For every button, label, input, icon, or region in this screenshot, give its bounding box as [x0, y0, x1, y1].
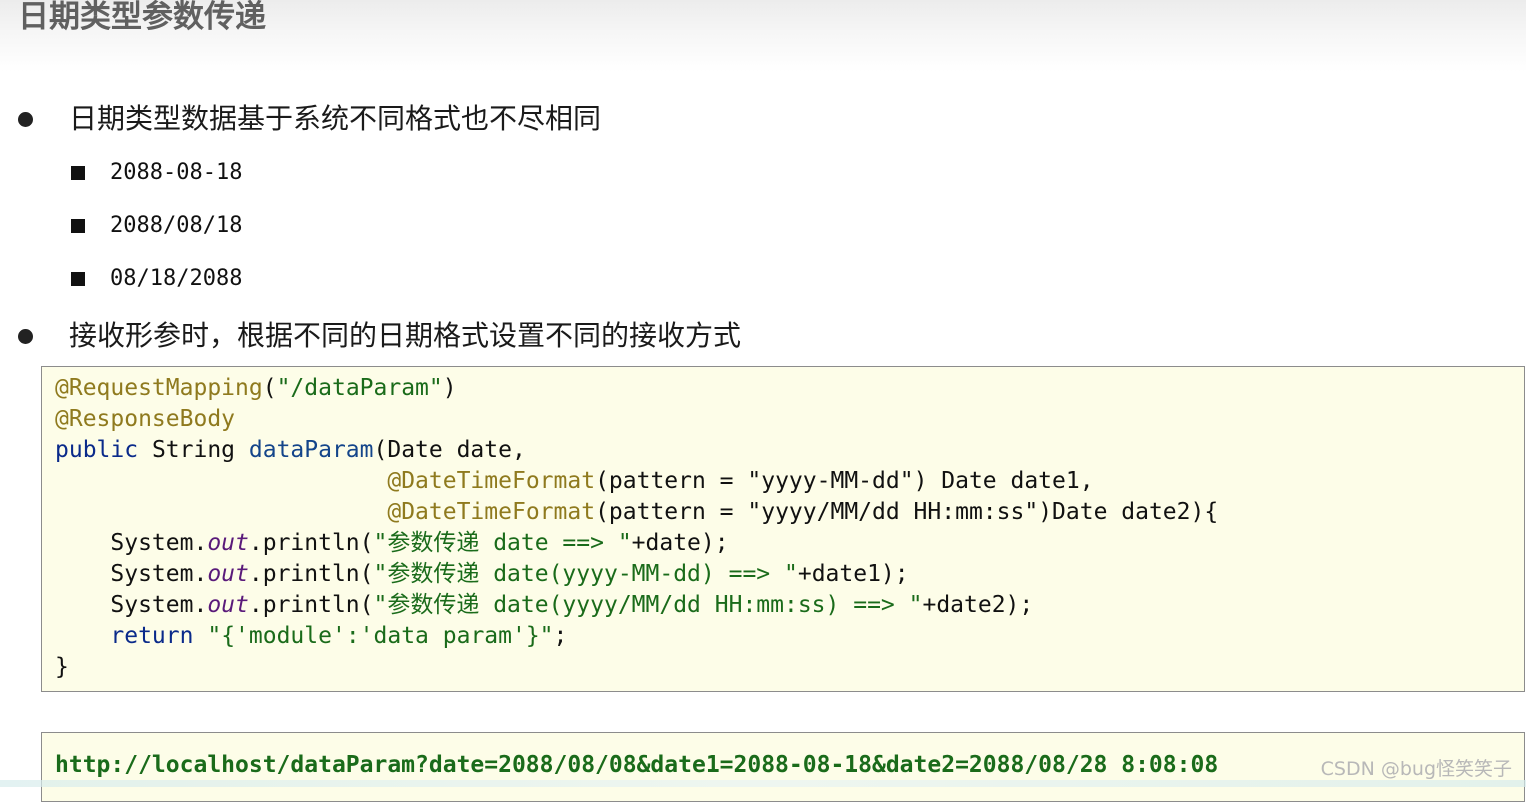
watermark: CSDN @bug怪笑笑子 [1320, 758, 1512, 780]
square-bullet-icon [71, 272, 85, 286]
code-line: return "{'module':'data param'}"; [110, 623, 568, 649]
sub-list-item: 2088/08/18 [71, 212, 242, 240]
square-bullet-icon [71, 219, 85, 233]
request-url: http://localhost/dataParam?date=2088/08/… [55, 752, 1219, 778]
code-block: @RequestMapping("/dataParam") @ResponseB… [41, 366, 1525, 692]
code-line: @DateTimeFormat(pattern = "yyyy-MM-dd") … [387, 468, 1094, 494]
bullet-text: 日期类型数据基于系统不同格式也不尽相同 [69, 102, 602, 135]
date-format-text: 2088/08/18 [110, 213, 243, 238]
code-line: } [55, 654, 69, 680]
code-line: @ResponseBody [55, 406, 236, 432]
page-title: 日期类型参数传递 [18, 0, 266, 35]
bullet-dot-icon [18, 328, 33, 344]
code-line: System.out.println("参数传递 date(yyyy-MM-dd… [55, 561, 909, 587]
date-format-text: 2088-08-18 [110, 160, 243, 185]
square-bullet-icon [71, 166, 85, 180]
sub-list-item: 2088-08-18 [71, 159, 242, 187]
code-line: public String dataParam(Date date, [55, 437, 526, 463]
bottom-strip [0, 780, 1526, 787]
code-text: @RequestMapping("/dataParam") @ResponseB… [55, 373, 1218, 683]
sub-list-item: 08/18/2088 [71, 265, 242, 293]
code-line: System.out.println("参数传递 date ==> "+date… [55, 530, 729, 556]
date-format-text: 08/18/2088 [110, 266, 243, 291]
bullet-text: 接收形参时，根据不同的日期格式设置不同的接收方式 [69, 319, 742, 352]
bullet-item: 接收形参时，根据不同的日期格式设置不同的接收方式 [18, 318, 741, 354]
bullet-dot-icon [18, 111, 33, 127]
code-line: @RequestMapping("/dataParam") [55, 375, 457, 401]
code-line: System.out.println("参数传递 date(yyyy/MM/dd… [55, 592, 1034, 618]
url-block: http://localhost/dataParam?date=2088/08/… [41, 732, 1525, 802]
code-line: @DateTimeFormat(pattern = "yyyy/MM/dd HH… [387, 499, 1219, 525]
bullet-item: 日期类型数据基于系统不同格式也不尽相同 [18, 101, 601, 137]
